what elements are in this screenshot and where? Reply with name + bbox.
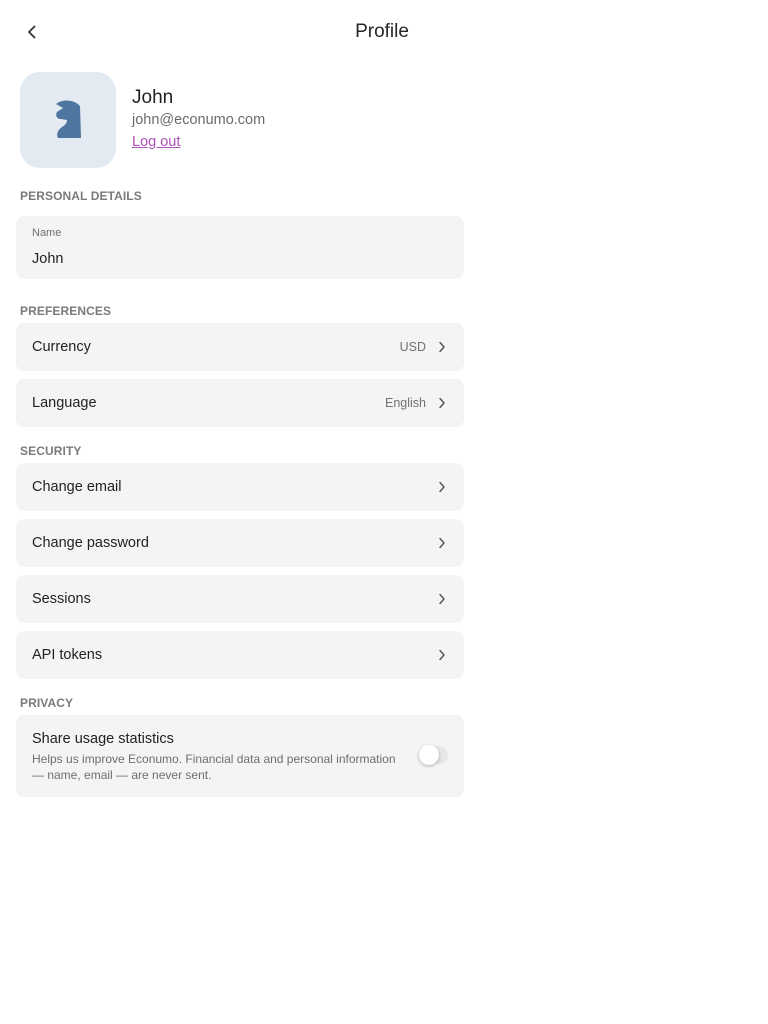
currency-value: USD: [399, 340, 426, 354]
language-row[interactable]: Language English: [16, 379, 464, 427]
chevron-right-icon: [436, 537, 448, 549]
share-usage-statistics-description: Helps us improve Econumo. Financial data…: [32, 752, 396, 782]
api-tokens-label: API tokens: [32, 647, 103, 663]
chevron-right-icon: [436, 341, 448, 353]
share-usage-statistics-row: Share usage statistics Helps us improve …: [16, 715, 464, 797]
section-label-preferences: PREFERENCES: [20, 304, 112, 318]
section-label-privacy: PRIVACY: [20, 696, 74, 710]
name-field-label: Name: [32, 227, 62, 239]
change-email-row[interactable]: Change email: [16, 463, 464, 511]
share-usage-statistics-toggle[interactable]: [419, 745, 448, 765]
profile-page: Profile John john@econumo.com Log out PE…: [0, 0, 768, 1024]
page-title: Profile: [355, 21, 409, 42]
privacy-text: Share usage statistics Helps us improve …: [32, 731, 404, 797]
logout-link[interactable]: Log out: [132, 134, 180, 151]
chevron-right-icon: [436, 481, 448, 493]
section-label-security: SECURITY: [20, 444, 82, 458]
chevron-right-icon: [436, 593, 448, 605]
sessions-row[interactable]: Sessions: [16, 575, 464, 623]
chess-knight-icon: [56, 100, 81, 138]
name-field-value[interactable]: John: [32, 250, 448, 268]
name-field[interactable]: Name John: [16, 216, 464, 279]
change-password-label: Change password: [32, 535, 149, 551]
change-password-row[interactable]: Change password: [16, 519, 464, 567]
api-tokens-row[interactable]: API tokens: [16, 631, 464, 679]
user-email: john@econumo.com: [132, 112, 266, 128]
sessions-label: Sessions: [32, 591, 91, 607]
currency-row[interactable]: Currency USD: [16, 323, 464, 371]
language-value: English: [385, 396, 426, 410]
share-usage-statistics-title: Share usage statistics: [32, 731, 174, 747]
chevron-right-icon: [436, 397, 448, 409]
section-label-personal-details: PERSONAL DETAILS: [20, 189, 142, 203]
chevron-right-icon: [436, 649, 448, 661]
language-label: Language: [32, 395, 97, 411]
user-name: John: [132, 87, 174, 108]
toggle-knob: [419, 745, 439, 765]
change-email-label: Change email: [32, 479, 122, 495]
currency-label: Currency: [32, 339, 91, 355]
avatar: [20, 72, 116, 168]
